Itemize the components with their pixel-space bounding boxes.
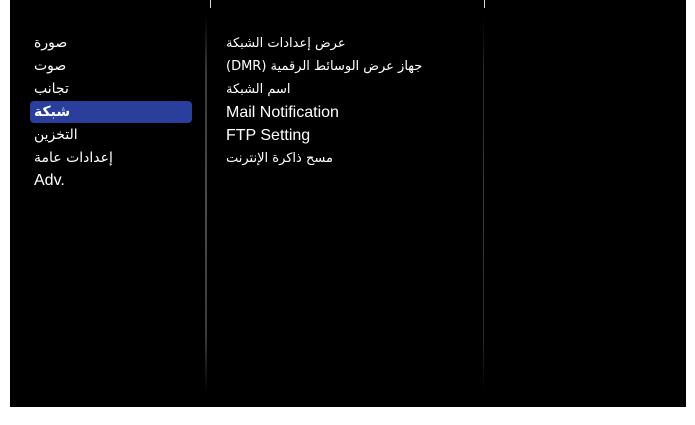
submenu-item-dmr[interactable]: جهاز عرض الوسائط الرقمية (DMR): [224, 55, 489, 78]
network-submenu: عرض إعدادات الشبكة جهاز عرض الوسائط الرق…: [224, 32, 489, 170]
menu-item-network[interactable]: شبكة: [30, 101, 192, 123]
menu-item-picture[interactable]: صورة: [30, 32, 192, 54]
top-tick-left: [210, 0, 211, 8]
menu-item-sound[interactable]: صوت: [30, 55, 192, 77]
menu-item-advanced[interactable]: Adv.: [30, 170, 192, 192]
submenu-item-network-name[interactable]: اسم الشبكة: [224, 78, 489, 101]
column-divider-left: [205, 16, 207, 393]
menu-item-storage[interactable]: التخزين: [30, 124, 192, 146]
submenu-item-mail-notification[interactable]: Mail Notification: [224, 101, 489, 124]
menu-item-tiling[interactable]: تجانب: [30, 78, 192, 100]
submenu-item-view-network-settings[interactable]: عرض إعدادات الشبكة: [224, 32, 489, 55]
column-divider-right: [483, 16, 484, 393]
menu-item-general-settings[interactable]: إعدادات عامة: [30, 147, 192, 169]
submenu-item-clear-internet-memory[interactable]: مسح ذاكرة الإنترنت: [224, 147, 489, 170]
osd-screen: صورة صوت تجانب شبكة التخزين إعدادات عامة…: [10, 0, 686, 407]
main-menu: صورة صوت تجانب شبكة التخزين إعدادات عامة…: [30, 32, 192, 193]
submenu-item-ftp-setting[interactable]: FTP Setting: [224, 124, 489, 147]
top-tick-right: [484, 0, 485, 8]
